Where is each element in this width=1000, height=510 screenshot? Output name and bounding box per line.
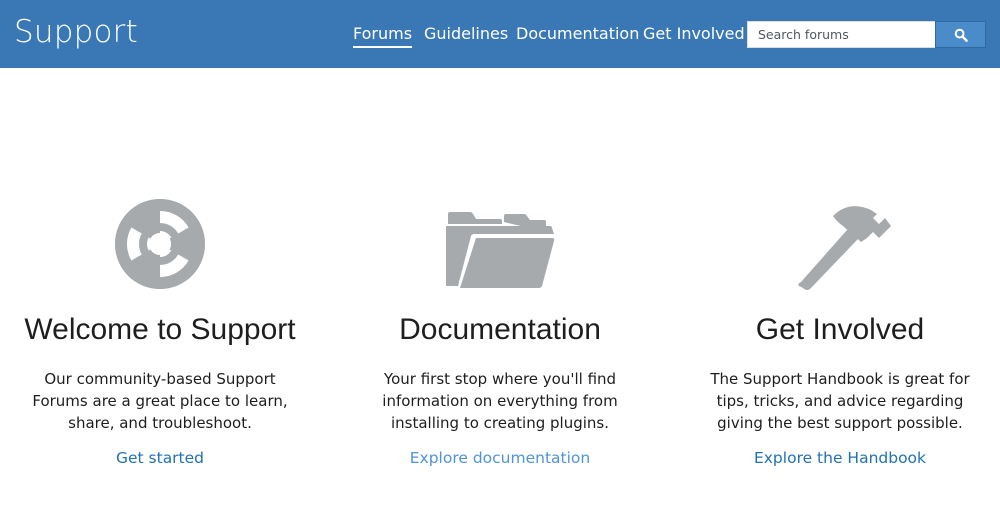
search-icon xyxy=(954,28,968,42)
hammer-icon xyxy=(798,206,891,290)
get-started-link[interactable]: Get started xyxy=(116,449,204,467)
folder-open-icon xyxy=(446,212,555,288)
lifebuoy-icon xyxy=(115,199,205,289)
search-form xyxy=(747,21,986,48)
documentation-title: Documentation xyxy=(399,313,601,346)
welcome-title: Welcome to Support xyxy=(24,313,296,346)
site-header: Support Forums Guidelines Documentation … xyxy=(0,0,1000,68)
site-title[interactable]: Support xyxy=(14,14,138,50)
nav-documentation[interactable]: Documentation xyxy=(516,24,639,44)
explore-documentation-link[interactable]: Explore documentation xyxy=(410,449,590,467)
get-involved-text: The Support Handbook is great for tips, … xyxy=(710,370,970,432)
documentation-column: Documentation Your first stop where you'… xyxy=(340,180,660,467)
search-input[interactable] xyxy=(747,21,935,48)
explore-handbook-link[interactable]: Explore the Handbook xyxy=(754,449,926,467)
nav-guidelines[interactable]: Guidelines xyxy=(424,24,508,44)
documentation-text: Your first stop where you'll find inform… xyxy=(382,370,618,432)
nav-get-involved[interactable]: Get Involved xyxy=(643,24,745,44)
nav-forums[interactable]: Forums xyxy=(353,24,413,48)
welcome-text: Our community-based Support Forums are a… xyxy=(32,370,288,432)
search-button[interactable] xyxy=(935,21,986,48)
get-involved-title: Get Involved xyxy=(755,313,925,346)
welcome-column: Welcome to Support Our community-based S… xyxy=(0,180,320,467)
get-involved-column: Get Involved The Support Handbook is gre… xyxy=(680,180,1000,467)
